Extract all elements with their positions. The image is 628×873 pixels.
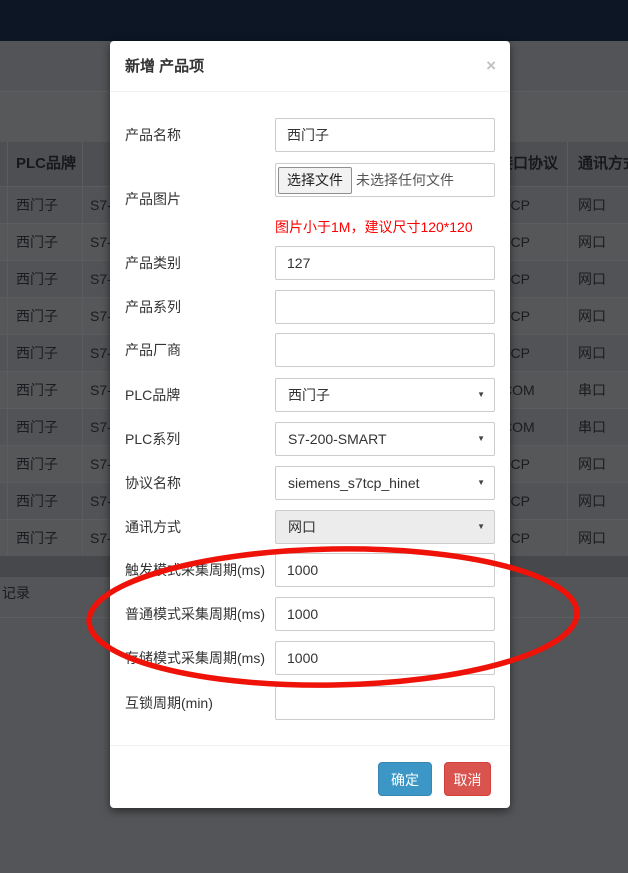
caret-down-icon: ▼ bbox=[477, 467, 485, 499]
product-vendor-input[interactable] bbox=[275, 333, 495, 367]
form-row-product-vendor: 产品厂商 bbox=[110, 333, 510, 367]
form-row-product-series: 产品系列 bbox=[110, 290, 510, 324]
caret-down-icon: ▼ bbox=[477, 423, 485, 455]
plc-series-label: PLC系列 bbox=[125, 422, 283, 456]
product-name-label: 产品名称 bbox=[125, 118, 283, 152]
close-icon[interactable]: × bbox=[486, 57, 496, 74]
product-category-label: 产品类别 bbox=[125, 246, 283, 280]
form-row-plc-brand: PLC品牌 西门子 ▼ bbox=[110, 378, 510, 412]
form-row-product-name: 产品名称 bbox=[110, 118, 510, 152]
caret-down-icon: ▼ bbox=[477, 379, 485, 411]
comm-mode-value: 网口 bbox=[288, 519, 316, 535]
cell-plc-series: S7- bbox=[90, 298, 112, 334]
form-row-product-category: 产品类别 bbox=[110, 246, 510, 280]
trigger-period-label: 触发模式采集周期(ms) bbox=[125, 553, 283, 587]
interlock-period-input[interactable] bbox=[275, 686, 495, 720]
cell-plc-series: S7- bbox=[90, 446, 112, 482]
form-row-trigger-period: 触发模式采集周期(ms) bbox=[110, 553, 510, 587]
cell-plc-brand: 西门子 bbox=[16, 483, 58, 519]
top-navbar bbox=[0, 0, 628, 41]
cell-comm-mode: 网口 bbox=[578, 335, 606, 371]
plc-brand-label: PLC品牌 bbox=[125, 378, 283, 412]
storage-period-label: 存储模式采集周期(ms) bbox=[125, 641, 283, 675]
comm-mode-select: 网口 ▼ bbox=[275, 510, 495, 544]
cell-comm-mode: 网口 bbox=[578, 224, 606, 260]
trigger-period-input[interactable] bbox=[275, 553, 495, 587]
modal-title: 新增 产品项 bbox=[125, 41, 204, 92]
normal-period-label: 普通模式采集周期(ms) bbox=[125, 597, 283, 631]
product-vendor-label: 产品厂商 bbox=[125, 333, 283, 367]
cell-plc-series: S7- bbox=[90, 483, 112, 519]
protocol-name-select[interactable]: siemens_s7tcp_hinet ▼ bbox=[275, 466, 495, 500]
form-row-protocol-name: 协议名称 siemens_s7tcp_hinet ▼ bbox=[110, 466, 510, 500]
cell-plc-series: S7- bbox=[90, 261, 112, 297]
cell-plc-brand: 西门子 bbox=[16, 520, 58, 556]
caret-down-icon: ▼ bbox=[477, 511, 485, 543]
product-name-input[interactable] bbox=[275, 118, 495, 152]
cell-plc-brand: 西门子 bbox=[16, 187, 58, 223]
plc-brand-value: 西门子 bbox=[288, 387, 330, 403]
cell-comm-mode: 网口 bbox=[578, 261, 606, 297]
plc-series-value: S7-200-SMART bbox=[288, 431, 387, 447]
header-plc-brand: PLC品牌 bbox=[16, 142, 76, 186]
protocol-name-value: siemens_s7tcp_hinet bbox=[288, 475, 420, 491]
cell-comm-mode: 网口 bbox=[578, 446, 606, 482]
cell-comm-mode: 网口 bbox=[578, 187, 606, 223]
cell-plc-brand: 西门子 bbox=[16, 372, 58, 408]
modal-footer: 确定 取消 bbox=[110, 745, 510, 808]
cell-plc-series: S7- bbox=[90, 187, 112, 223]
image-size-hint: 图片小于1M，建议尺寸120*120 bbox=[275, 217, 473, 237]
cell-plc-series: S7- bbox=[90, 224, 112, 260]
cell-plc-brand: 西门子 bbox=[16, 298, 58, 334]
table-column-divider bbox=[567, 142, 568, 556]
interlock-period-label: 互锁周期(min) bbox=[125, 686, 283, 720]
table-column-divider bbox=[7, 142, 8, 556]
plc-series-select[interactable]: S7-200-SMART ▼ bbox=[275, 422, 495, 456]
cell-plc-series: S7- bbox=[90, 372, 112, 408]
cell-plc-brand: 西门子 bbox=[16, 446, 58, 482]
cell-comm-mode: 网口 bbox=[578, 483, 606, 519]
product-series-label: 产品系列 bbox=[125, 290, 283, 324]
add-product-modal: 新增 产品项 × 产品名称 选择文件 未选择任何文件 产品图片 图片小于1M，建… bbox=[110, 41, 510, 808]
product-category-input[interactable] bbox=[275, 246, 495, 280]
product-series-input[interactable] bbox=[275, 290, 495, 324]
cell-comm-mode: 网口 bbox=[578, 298, 606, 334]
normal-period-input[interactable] bbox=[275, 597, 495, 631]
form-row-normal-period: 普通模式采集周期(ms) bbox=[110, 597, 510, 631]
form-row-interlock-period: 互锁周期(min) bbox=[110, 686, 510, 720]
confirm-button[interactable]: 确定 bbox=[378, 762, 432, 796]
cell-plc-brand: 西门子 bbox=[16, 409, 58, 445]
cell-comm-mode: 网口 bbox=[578, 520, 606, 556]
form-row-storage-period: 存储模式采集周期(ms) bbox=[110, 641, 510, 675]
page: PLC品牌 接口协议 通讯方式 西门子 S7- TCP 网口 西门子 S7- T… bbox=[0, 0, 628, 873]
table-column-divider bbox=[82, 142, 83, 556]
cell-plc-series: S7- bbox=[90, 409, 112, 445]
storage-period-input[interactable] bbox=[275, 641, 495, 675]
cancel-button[interactable]: 取消 bbox=[444, 762, 491, 796]
product-image-label-row: 产品图片 bbox=[110, 182, 510, 216]
cell-plc-brand: 西门子 bbox=[16, 224, 58, 260]
header-comm-mode: 通讯方式 bbox=[578, 142, 628, 186]
product-image-label: 产品图片 bbox=[125, 182, 283, 216]
protocol-name-label: 协议名称 bbox=[125, 466, 283, 500]
modal-header: 新增 产品项 × bbox=[110, 41, 510, 92]
form-row-comm-mode: 通讯方式 网口 ▼ bbox=[110, 510, 510, 544]
plc-brand-select[interactable]: 西门子 ▼ bbox=[275, 378, 495, 412]
cell-comm-mode: 串口 bbox=[578, 372, 606, 408]
form-row-plc-series: PLC系列 S7-200-SMART ▼ bbox=[110, 422, 510, 456]
cell-comm-mode: 串口 bbox=[578, 409, 606, 445]
cell-plc-brand: 西门子 bbox=[16, 261, 58, 297]
cell-plc-series: S7- bbox=[90, 335, 112, 371]
pagination-text: 记录 bbox=[2, 583, 30, 603]
comm-mode-label: 通讯方式 bbox=[125, 510, 283, 544]
cell-plc-series: S7- bbox=[90, 520, 112, 556]
cell-plc-brand: 西门子 bbox=[16, 335, 58, 371]
